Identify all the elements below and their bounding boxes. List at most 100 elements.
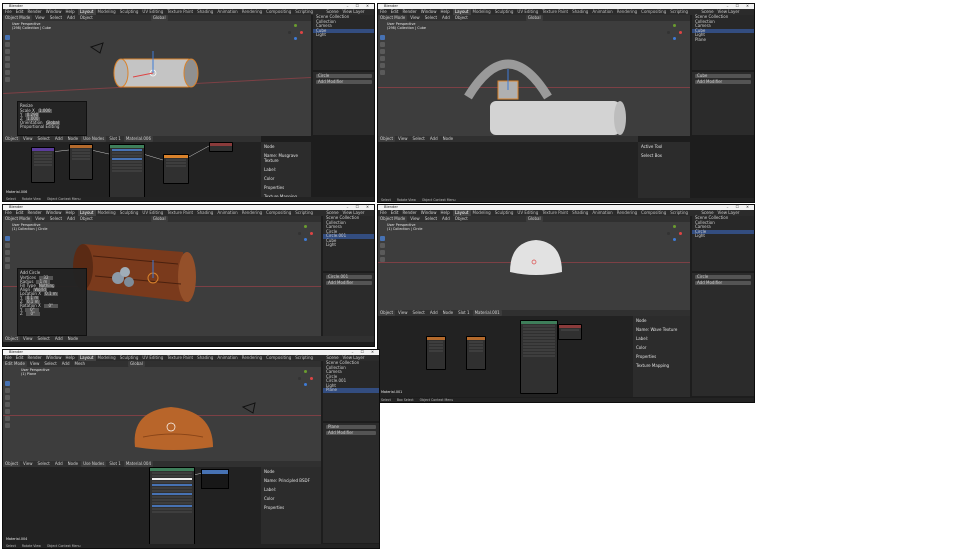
node-name-field[interactable]: Wave Texture — [650, 327, 677, 332]
node-object-selector[interactable]: Object — [3, 336, 21, 342]
outliner-row[interactable]: Light — [313, 32, 374, 38]
window-title: Blender — [384, 4, 398, 8]
properties-editor[interactable]: Circle Add Modifier — [313, 72, 374, 135]
outliner[interactable]: Scene Collection Collection Camera Circl… — [692, 215, 754, 271]
operator-row-value[interactable]: 0.1 m — [43, 292, 58, 296]
node-label-field[interactable]: Label: — [633, 334, 690, 343]
outliner-row[interactable]: Light — [692, 233, 754, 239]
outliner[interactable]: Scene Collection Collection Camera Circl… — [323, 215, 374, 271]
node-label-field[interactable]: Label: — [261, 165, 311, 174]
scene-drawing — [134, 402, 256, 450]
node-name-label: Name: — [636, 327, 650, 332]
3d-viewport[interactable]: User Perspective (1) Plane — [3, 367, 321, 461]
properties-editor[interactable]: Circle Add Modifier — [692, 273, 754, 396]
add-modifier-button[interactable]: Add Modifier — [326, 431, 376, 435]
node-label-field[interactable]: Label: — [261, 485, 321, 494]
shader-node[interactable] — [31, 147, 55, 183]
outliner-row[interactable]: Plane — [692, 37, 754, 43]
node-editor[interactable]: Material.004 — [3, 467, 261, 545]
operator-panel-resize[interactable]: Resize Scale X 1.000 Y 0.290 Z 1.000 Orient… — [17, 101, 87, 136]
output-node[interactable] — [209, 142, 233, 152]
properties-editor[interactable]: Circle.001 Add Modifier — [323, 273, 374, 336]
properties-editor[interactable]: Plane Add Modifier — [323, 423, 379, 543]
color-section[interactable]: Color — [633, 343, 690, 352]
active-tool-title: Active Tool — [641, 144, 663, 149]
node-panel-title: Node — [636, 318, 647, 323]
object-name-field[interactable]: Circle — [695, 275, 751, 279]
3d-viewport[interactable]: User Perspective (1) Collection | Circle… — [3, 222, 321, 336]
status-select: Select — [381, 398, 391, 402]
properties-section[interactable]: Properties — [261, 183, 311, 192]
3d-viewport[interactable]: User Perspective (1) Collection | Circle — [378, 222, 690, 310]
add-modifier-button[interactable]: Add Modifier — [316, 80, 372, 84]
status-rotate: Rotate View — [21, 197, 41, 201]
select-box-tool[interactable]: Select Box — [638, 151, 690, 160]
operator-row-value[interactable]: 0° — [43, 304, 58, 308]
outliner-row[interactable]: Light — [323, 242, 374, 248]
object-name-field[interactable]: Circle.001 — [326, 275, 372, 279]
node-name-field[interactable]: Principled BSDF — [278, 478, 309, 483]
shader-node[interactable] — [520, 320, 558, 394]
shader-node[interactable] — [426, 336, 446, 370]
color-section[interactable]: Color — [261, 494, 321, 503]
add-modifier-button[interactable]: Add Modifier — [695, 80, 751, 84]
shader-node[interactable] — [69, 144, 93, 180]
status-context: Object Context Menu — [421, 198, 456, 202]
shader-node[interactable] — [109, 144, 145, 198]
shader-node[interactable] — [163, 154, 189, 184]
window-title: Blender — [9, 205, 23, 209]
menu-item[interactable] — [202, 481, 228, 485]
scene-drawing — [510, 240, 562, 275]
node-sidebar[interactable]: Node Name: Wave Texture Label: Color Pro… — [633, 316, 690, 397]
object-name-field[interactable]: Cube — [695, 74, 751, 78]
node-sidebar[interactable]: Node Name: Musgrave Texture Label: Color… — [261, 142, 311, 199]
color-section[interactable]: Color — [261, 174, 311, 183]
window-title: Blender — [9, 350, 23, 354]
context-menu[interactable] — [201, 469, 229, 489]
node-add-menu[interactable]: Add — [53, 336, 65, 342]
operator-panel-add-circle[interactable]: Add Circle Vertices 32 Radius 1 m Fill Typ… — [17, 268, 87, 336]
node-name-label: Name: — [264, 478, 278, 483]
blender-window-4: Blender – ☐ ✕ File Edit Render Window Help La… — [377, 204, 755, 403]
node-editor[interactable]: Material.001 — [378, 316, 633, 397]
node-select-menu[interactable]: Select — [36, 336, 52, 342]
status-bar: Select Rotate View Object Context Menu — [3, 197, 374, 201]
bread-mesh — [134, 407, 213, 450]
node-editor[interactable] — [378, 142, 638, 199]
3d-viewport[interactable]: User Perspective (298) Collection | Cube — [378, 21, 690, 136]
object-name-field[interactable]: Circle — [316, 74, 372, 78]
3d-viewport[interactable]: User Perspective (298) Collection | Cube… — [3, 21, 311, 136]
window-title: Blender — [384, 205, 398, 209]
operator-row-value[interactable]: 0° — [25, 312, 40, 316]
operator-row[interactable]: Proportional Editing — [18, 125, 86, 129]
properties-section[interactable]: Properties — [633, 352, 690, 361]
node-material-label: Material.004 — [6, 537, 28, 541]
timeline-header: Object View Select Add Node — [3, 336, 374, 342]
object-name-field[interactable]: Plane — [326, 425, 376, 429]
shader-node[interactable] — [466, 336, 486, 370]
node-panel-title: Node — [264, 144, 275, 149]
node-sidebar[interactable]: Node Name: Principled BSDF Label: Color … — [261, 467, 321, 545]
outliner[interactable]: Scene Collection Collection Camera Circl… — [323, 360, 379, 421]
add-modifier-button[interactable]: Add Modifier — [695, 281, 751, 285]
principled-bsdf-node[interactable] — [149, 467, 195, 545]
dome-mesh — [510, 240, 562, 275]
operator-row[interactable]: Z 0° — [18, 312, 86, 316]
output-node[interactable] — [558, 324, 582, 340]
status-select: Select — [6, 544, 16, 548]
screenshot-collage: { "app": {"title": "Blender"}, "menu": [… — [0, 0, 980, 551]
node-node-menu[interactable]: Node — [66, 336, 80, 342]
tool-sidebar[interactable]: Active Tool Select Box — [638, 142, 690, 199]
status-rotate: Rotate View — [21, 544, 41, 548]
node-editor[interactable]: Material.006 — [3, 142, 261, 198]
add-modifier-button[interactable]: Add Modifier — [326, 281, 372, 285]
properties-section[interactable]: Properties — [261, 503, 321, 512]
outliner-row[interactable]: Plane — [323, 387, 379, 393]
status-select: Select — [381, 198, 391, 202]
texture-mapping-section[interactable]: Texture Mapping — [633, 361, 690, 370]
properties-editor[interactable]: Cube Add Modifier — [692, 72, 754, 135]
outliner[interactable]: Scene Collection Collection Camera Cube … — [692, 14, 754, 70]
outliner[interactable]: Scene Collection Collection Camera Cube … — [313, 14, 374, 70]
operator-row-value[interactable]: 1.000 — [37, 109, 52, 113]
node-view-menu[interactable]: View — [21, 336, 35, 342]
